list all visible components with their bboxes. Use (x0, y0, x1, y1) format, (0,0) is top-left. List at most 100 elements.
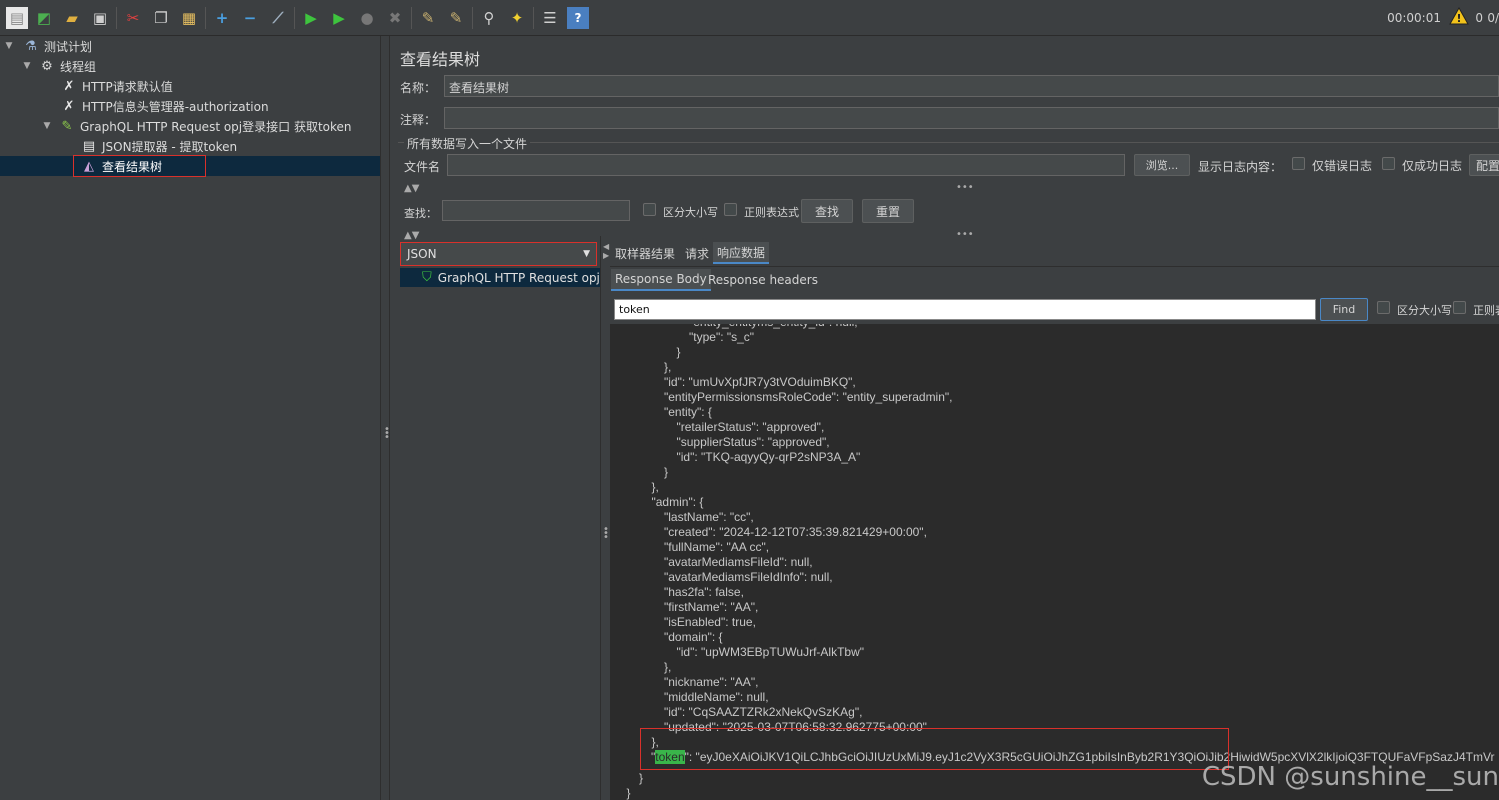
expand-icon[interactable]: + (211, 7, 233, 29)
pen-icon: ✎ (61, 118, 73, 134)
tools-icon: ✗ (63, 98, 75, 114)
json-line: "id": "umUvXpfJR7y3tVOduimBKQ", (664, 375, 856, 389)
comment-field[interactable] (444, 107, 1499, 129)
json-line: "fullName": "AA cc", (664, 540, 770, 554)
collapse-arrows-icon: ◀ ▶ (603, 242, 610, 260)
response-case-checkbox[interactable] (1377, 301, 1390, 314)
tree-item-json-extractor[interactable]: ▤ JSON提取器 - 提取token (0, 136, 380, 156)
highlight-box (73, 155, 206, 177)
renderer-select[interactable]: JSON ▼ (400, 242, 597, 266)
tab-sampler-result[interactable]: 取样器结果 (611, 242, 679, 264)
case-sensitive-checkbox[interactable] (643, 203, 656, 216)
reset-button[interactable]: 重置 (862, 199, 914, 223)
tree-splitter[interactable]: • • • (380, 36, 390, 800)
response-find-field[interactable]: token (614, 299, 1316, 320)
response-case-label: 区分大小写 (1397, 304, 1452, 317)
warning-icon[interactable]: ! (1449, 6, 1469, 29)
expand-arrow-icon[interactable]: ▼ (42, 121, 52, 131)
search-label: 查找： (404, 207, 437, 220)
subtab-response-body[interactable]: Response Body (611, 269, 711, 291)
clear-all-icon[interactable]: ✎ (445, 7, 467, 29)
copy-icon[interactable]: ❐ (150, 7, 172, 29)
shutdown-icon[interactable]: ✖ (384, 7, 406, 29)
group-border (398, 142, 1499, 143)
name-field[interactable]: 查看结果树 (444, 75, 1499, 97)
chevron-down-icon: ▼ (583, 249, 590, 259)
sample-label: GraphQL HTTP Request opj登 (437, 271, 600, 285)
json-line: "admin": { (651, 495, 704, 509)
log-display-label: 显示日志内容： (1198, 160, 1283, 174)
json-line: "entityPermissionsmsRoleCode": "entity_s… (664, 390, 953, 404)
help-icon[interactable]: ? (567, 7, 589, 29)
sample-result-item[interactable]: ⛉ GraphQL HTTP Request opj登 (400, 268, 600, 287)
regex-checkbox[interactable] (724, 203, 737, 216)
json-line: "retailerStatus": "approved", (676, 420, 825, 434)
json-line: } (676, 345, 681, 359)
start-no-pause-icon[interactable]: ▶ (328, 7, 350, 29)
response-body-text[interactable]: "entity_entityms_entity_id": null,"type"… (610, 324, 1499, 800)
panel-title: 查看结果树 (400, 50, 481, 69)
open-icon[interactable]: ▰ (61, 7, 83, 29)
tree-item-thread-group[interactable]: ▼ ⚙ 线程组 (0, 56, 380, 76)
config-button[interactable]: 配置 (1469, 154, 1499, 176)
json-line: "entity_entityms_entity_id": null, (689, 324, 858, 329)
reset-search-icon[interactable]: ✦ (506, 7, 528, 29)
tree-item-header-manager[interactable]: ✗ HTTP信息头管理器-authorization (0, 96, 380, 116)
divider-grip-icon[interactable]: ••• (956, 229, 974, 240)
json-line: "id": "CqSAAZTZRk2xNekQvSzKAg", (664, 705, 863, 719)
stop-icon[interactable]: ● (356, 7, 378, 29)
tree-item-http-defaults[interactable]: ✗ HTTP请求默认值 (0, 76, 380, 96)
extractor-icon: ▤ (82, 138, 96, 154)
cut-icon[interactable]: ✂ (122, 7, 144, 29)
filename-label: 文件名 (404, 160, 441, 174)
templates-icon[interactable]: ◩ (33, 7, 55, 29)
paste-icon[interactable]: ▦ (178, 7, 200, 29)
find-button[interactable]: 查找 (801, 199, 853, 223)
errors-only-label: 仅错误日志 (1312, 159, 1373, 173)
start-icon[interactable]: ▶ (300, 7, 322, 29)
json-line: } (664, 465, 669, 479)
search-field[interactable] (442, 200, 630, 221)
tab-response-data[interactable]: 响应数据 (713, 242, 770, 264)
tree-item-graphql-request[interactable]: ▼ ✎ GraphQL HTTP Request opj登录接口 获取token (0, 116, 380, 136)
json-line: "nickname": "AA", (664, 675, 759, 689)
errors-only-checkbox[interactable] (1292, 157, 1305, 170)
tab-request[interactable]: 请求 (681, 242, 713, 264)
json-line: "type": "s_c" (689, 330, 755, 344)
function-helper-icon[interactable]: ☰ (539, 7, 561, 29)
json-line: "avatarMediamsFileIdInfo": null, (664, 570, 833, 584)
case-sensitive-label: 区分大小写 (663, 206, 718, 219)
test-plan-tree: ▼ ⚗ 测试计划 ▼ ⚙ 线程组 ✗ HTTP请求默认值 ✗ HTTP信息头管理… (0, 36, 380, 800)
tools-icon: ✗ (63, 78, 75, 94)
name-label: 名称： (400, 81, 437, 95)
json-line: "supplierStatus": "approved", (676, 435, 830, 449)
tree-item-label: HTTP信息头管理器-authorization (82, 99, 269, 114)
elapsed-timer: 00:00:01 (1387, 11, 1441, 25)
browse-button[interactable]: 浏览... (1134, 154, 1190, 176)
subtab-response-headers[interactable]: Response headers (704, 269, 822, 291)
collapse-arrows-icon[interactable]: ▲▼ (404, 183, 419, 194)
success-only-checkbox[interactable] (1382, 157, 1395, 170)
tree-item-label: 测试计划 (44, 39, 93, 54)
warning-count: 0 (1475, 11, 1483, 25)
expand-arrow-icon[interactable]: ▼ (22, 61, 32, 71)
json-line: "domain": { (664, 630, 723, 644)
json-line: "created": "2024-12-12T07:35:39.821429+0… (664, 525, 927, 539)
json-line: "middleName": null, (664, 690, 769, 704)
clear-icon[interactable]: ✎ (417, 7, 439, 29)
collapse-arrows-icon[interactable]: ▲▼ (404, 230, 419, 241)
tree-item-label: 线程组 (60, 59, 97, 74)
collapse-icon[interactable]: − (239, 7, 261, 29)
response-regex-checkbox[interactable] (1453, 301, 1466, 314)
search-icon[interactable]: ⚲ (478, 7, 500, 29)
save-icon[interactable]: ▣ (89, 7, 111, 29)
results-splitter[interactable]: • • • ◀ ▶ (600, 236, 609, 800)
tree-item-test-plan[interactable]: ▼ ⚗ 测试计划 (0, 36, 380, 56)
response-find-button[interactable]: Find (1320, 298, 1368, 321)
divider-grip-icon[interactable]: ••• (956, 182, 974, 193)
expand-arrow-icon[interactable]: ▼ (4, 41, 14, 51)
filename-field[interactable] (447, 154, 1125, 176)
new-icon[interactable]: ▤ (6, 7, 28, 29)
toggle-icon[interactable]: ⟋ (267, 7, 289, 29)
response-regex-label: 正则表 (1473, 304, 1499, 317)
